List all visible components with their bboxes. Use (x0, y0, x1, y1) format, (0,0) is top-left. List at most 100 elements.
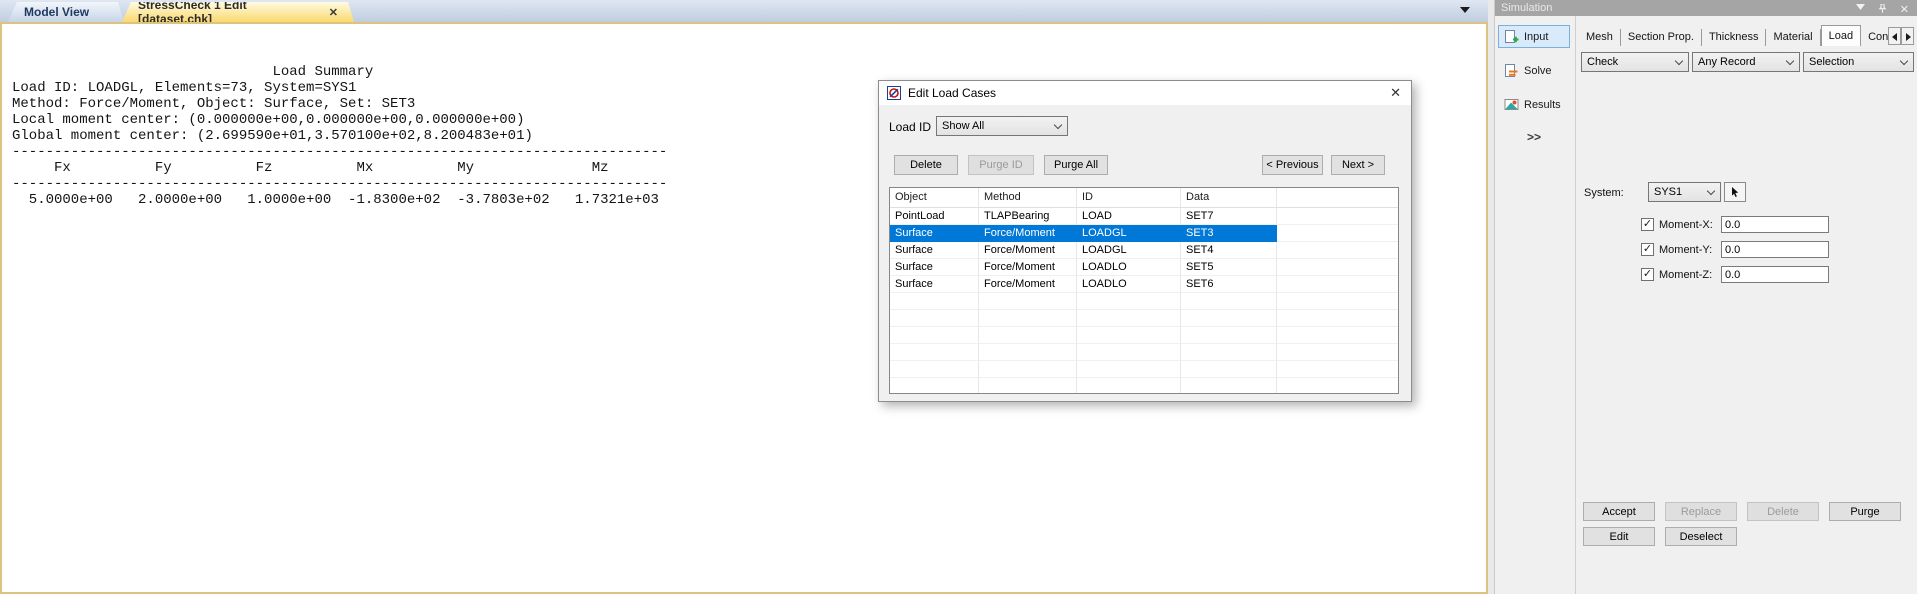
table-row[interactable]: Surface Force/Moment LOADLO SET6 (890, 276, 1398, 293)
chevron-down-icon (1675, 57, 1683, 65)
accept-button[interactable]: Accept (1583, 502, 1655, 521)
tab-section-prop[interactable]: Section Prop. (1621, 29, 1702, 46)
sidebar-item-solve[interactable]: Solve (1504, 63, 1552, 78)
panel-title-bar: Simulation ✕ (1495, 0, 1917, 16)
tab-model-view[interactable]: Model View (8, 2, 124, 22)
method-tab-strip: Mesh Section Prop. Thickness Material Lo… (1579, 25, 1902, 46)
cell-data: SET6 (1181, 276, 1277, 293)
record-dropdown[interactable]: Any Record (1692, 52, 1800, 72)
cell-empty (1277, 208, 1398, 225)
cell-id: LOADLO (1077, 276, 1181, 293)
delete-button[interactable]: Delete (894, 155, 958, 175)
next-button[interactable]: Next > (1331, 155, 1385, 175)
cell-method: Force/Moment (979, 242, 1077, 259)
tab-thickness[interactable]: Thickness (1702, 29, 1767, 46)
cell-object: Surface (890, 242, 979, 259)
system-dropdown[interactable]: SYS1 (1648, 182, 1721, 202)
cell-id: LOADGL (1077, 242, 1181, 259)
cell-id: LOADGL (1077, 225, 1181, 242)
solve-icon (1504, 63, 1519, 78)
dialog-close-icon[interactable]: ✕ (1390, 85, 1401, 101)
selection-dropdown-value: Selection (1809, 56, 1854, 68)
cell-data: SET7 (1181, 208, 1277, 225)
window-menu-icon[interactable] (1856, 4, 1865, 10)
tab-mesh[interactable]: Mesh (1579, 29, 1621, 46)
moment-x-field[interactable] (1721, 216, 1829, 233)
sidebar-divider (1575, 16, 1576, 594)
chevron-down-icon (1054, 121, 1062, 129)
simulation-panel: Simulation ✕ Input Solve (1494, 0, 1917, 594)
sidebar-item-results[interactable]: Results (1504, 97, 1561, 112)
cell-method: Force/Moment (979, 276, 1077, 293)
empty-row (890, 327, 1398, 344)
sidebar-item-label: Solve (1524, 65, 1552, 77)
empty-row (890, 310, 1398, 327)
table-row[interactable]: Surface Force/Moment LOADLO SET5 (890, 259, 1398, 276)
chevron-down-icon (1707, 187, 1715, 195)
stresscheck-logo-icon (887, 86, 901, 100)
pin-icon[interactable] (1878, 4, 1887, 13)
tab-model-view-label: Model View (24, 5, 89, 19)
record-dropdown-value: Any Record (1698, 56, 1755, 68)
sidebar-item-label: Results (1524, 99, 1561, 111)
sidebar-item-label: Input (1524, 31, 1548, 43)
purge-all-button[interactable]: Purge All (1044, 155, 1108, 175)
col-empty (1277, 188, 1398, 208)
load-summary-report: Load Summary Load ID: LOADGL, Elements=7… (12, 64, 667, 208)
moment-y-checkbox[interactable]: ✓ (1641, 243, 1654, 256)
cell-object: Surface (890, 276, 979, 293)
purge-button[interactable]: Purge (1829, 502, 1901, 521)
cell-data: SET5 (1181, 259, 1277, 276)
moment-z-field[interactable] (1721, 266, 1829, 283)
purge-id-button: Purge ID (968, 155, 1034, 175)
cell-method: TLAPBearing (979, 208, 1077, 225)
moment-y-label: Moment-Y: (1659, 244, 1712, 256)
chevron-down-icon (1900, 57, 1908, 65)
col-method[interactable]: Method (979, 188, 1077, 208)
cell-object: Surface (890, 259, 979, 276)
load-id-label: Load ID (889, 120, 931, 134)
document-tab-bar: Model View StressCheck 1 Edit [dataset.c… (0, 0, 1488, 22)
panel-close-icon[interactable]: ✕ (1900, 2, 1909, 18)
table-row[interactable]: PointLoad TLAPBearing LOAD SET7 (890, 208, 1398, 225)
moment-z-label: Moment-Z: (1659, 269, 1712, 281)
col-id[interactable]: ID (1077, 188, 1181, 208)
load-id-dropdown[interactable]: Show All (936, 116, 1068, 136)
col-data[interactable]: Data (1181, 188, 1277, 208)
tab-material[interactable]: Material (1766, 29, 1820, 46)
tab-stresscheck-edit[interactable]: StressCheck 1 Edit [dataset.chk] ✕ (122, 2, 354, 22)
empty-row (890, 361, 1398, 378)
table-row[interactable]: Surface Force/Moment LOADGL SET4 (890, 242, 1398, 259)
input-icon (1504, 29, 1519, 44)
moment-x-label: Moment-X: (1659, 219, 1713, 231)
load-cases-list[interactable]: Object Method ID Data PointLoad TLAPBear… (889, 187, 1399, 394)
tab-scroll-right-icon[interactable] (1901, 27, 1914, 45)
tab-load[interactable]: Load (1821, 25, 1861, 46)
moment-z-checkbox[interactable]: ✓ (1641, 268, 1654, 281)
cell-id: LOADLO (1077, 259, 1181, 276)
tab-list-dropdown-icon[interactable] (1460, 7, 1470, 13)
moment-x-checkbox[interactable]: ✓ (1641, 218, 1654, 231)
sidebar-item-input[interactable]: Input (1498, 25, 1570, 48)
list-header-row: Object Method ID Data (890, 188, 1398, 208)
cell-empty (1277, 225, 1398, 242)
cell-method: Force/Moment (979, 225, 1077, 242)
previous-button[interactable]: < Previous (1262, 155, 1323, 175)
check-dropdown[interactable]: Check (1581, 52, 1689, 72)
sidebar-expand-button[interactable]: >> (1527, 130, 1541, 144)
cell-empty (1277, 276, 1398, 293)
pick-system-button[interactable] (1724, 182, 1746, 202)
load-id-value: Show All (942, 120, 984, 132)
cell-id: LOAD (1077, 208, 1181, 225)
deselect-button[interactable]: Deselect (1665, 527, 1737, 546)
moment-y-field[interactable] (1721, 241, 1829, 258)
table-row-selected[interactable]: Surface Force/Moment LOADGL SET3 (890, 225, 1398, 242)
tab-scroll-left-icon[interactable] (1888, 27, 1901, 45)
tab-close-icon[interactable]: ✕ (329, 6, 338, 19)
edit-button[interactable]: Edit (1583, 527, 1655, 546)
empty-row (890, 378, 1398, 394)
cell-object: Surface (890, 225, 979, 242)
selection-dropdown[interactable]: Selection (1803, 52, 1914, 72)
chevron-down-icon (1786, 57, 1794, 65)
col-object[interactable]: Object (890, 188, 979, 208)
